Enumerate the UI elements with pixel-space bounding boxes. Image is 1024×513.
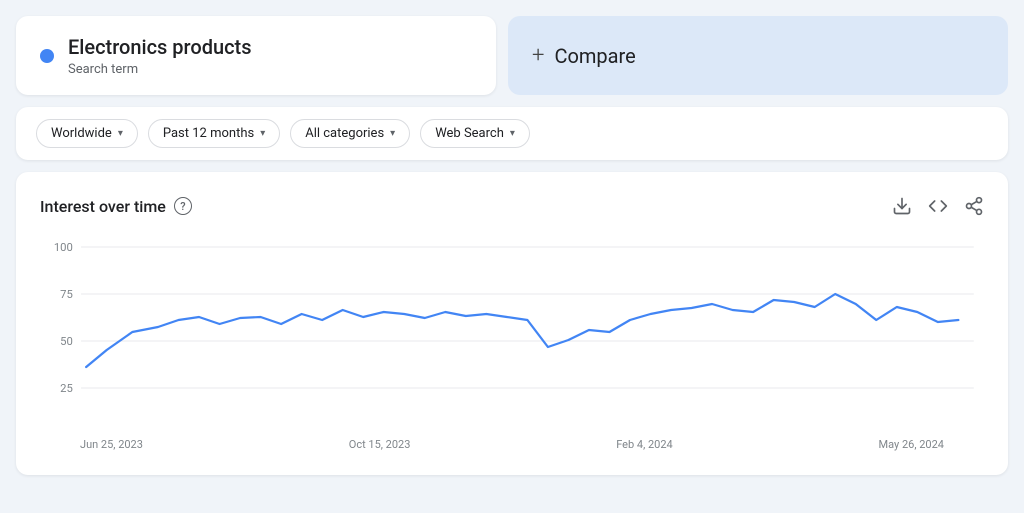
chevron-down-icon: ▾ bbox=[118, 128, 123, 139]
search-term-subtitle: Search term bbox=[68, 62, 252, 77]
x-label-1: Jun 25, 2023 bbox=[80, 438, 143, 451]
chart-actions bbox=[892, 196, 984, 216]
svg-text:50: 50 bbox=[60, 335, 73, 348]
chart-header: Interest over time ? bbox=[40, 196, 984, 216]
filters-bar: Worldwide ▾ Past 12 months ▾ All categor… bbox=[16, 107, 1008, 160]
compare-label: Compare bbox=[554, 44, 635, 68]
x-label-2: Oct 15, 2023 bbox=[349, 438, 411, 451]
filter-category[interactable]: All categories ▾ bbox=[290, 119, 410, 148]
share-icon bbox=[964, 196, 984, 216]
search-term-title: Electronics products bbox=[68, 34, 252, 60]
chevron-down-icon: ▾ bbox=[510, 128, 515, 139]
chart-card: Interest over time ? bbox=[16, 172, 1008, 475]
svg-text:100: 100 bbox=[54, 241, 73, 254]
chart-title: Interest over time bbox=[40, 197, 166, 216]
filter-search-type-label: Web Search bbox=[435, 126, 504, 141]
download-icon bbox=[892, 196, 912, 216]
chart-container: 100 75 50 25 bbox=[40, 232, 984, 432]
filter-time-range-label: Past 12 months bbox=[163, 126, 254, 141]
filter-location-label: Worldwide bbox=[51, 126, 112, 141]
search-term-dot bbox=[40, 49, 54, 63]
filter-location[interactable]: Worldwide ▾ bbox=[36, 119, 138, 148]
filter-search-type[interactable]: Web Search ▾ bbox=[420, 119, 530, 148]
x-label-3: Feb 4, 2024 bbox=[616, 438, 673, 451]
x-axis-labels: Jun 25, 2023 Oct 15, 2023 Feb 4, 2024 Ma… bbox=[40, 432, 984, 451]
search-term-card: Electronics products Search term bbox=[16, 16, 496, 95]
search-term-text: Electronics products Search term bbox=[68, 34, 252, 77]
embed-button[interactable] bbox=[928, 196, 948, 216]
svg-text:75: 75 bbox=[60, 288, 73, 301]
help-icon[interactable]: ? bbox=[174, 197, 192, 215]
compare-card[interactable]: + Compare bbox=[508, 16, 1008, 95]
x-label-4: May 26, 2024 bbox=[879, 438, 944, 451]
share-button[interactable] bbox=[964, 196, 984, 216]
filter-time-range[interactable]: Past 12 months ▾ bbox=[148, 119, 280, 148]
filter-category-label: All categories bbox=[305, 126, 384, 141]
download-button[interactable] bbox=[892, 196, 912, 216]
chevron-down-icon: ▾ bbox=[260, 128, 265, 139]
svg-text:25: 25 bbox=[60, 382, 73, 395]
top-section: Electronics products Search term + Compa… bbox=[16, 16, 1008, 95]
chevron-down-icon: ▾ bbox=[390, 128, 395, 139]
embed-icon bbox=[928, 196, 948, 216]
chart-title-row: Interest over time ? bbox=[40, 197, 192, 216]
chart-svg: 100 75 50 25 bbox=[40, 232, 984, 432]
compare-plus-icon: + bbox=[532, 45, 544, 67]
